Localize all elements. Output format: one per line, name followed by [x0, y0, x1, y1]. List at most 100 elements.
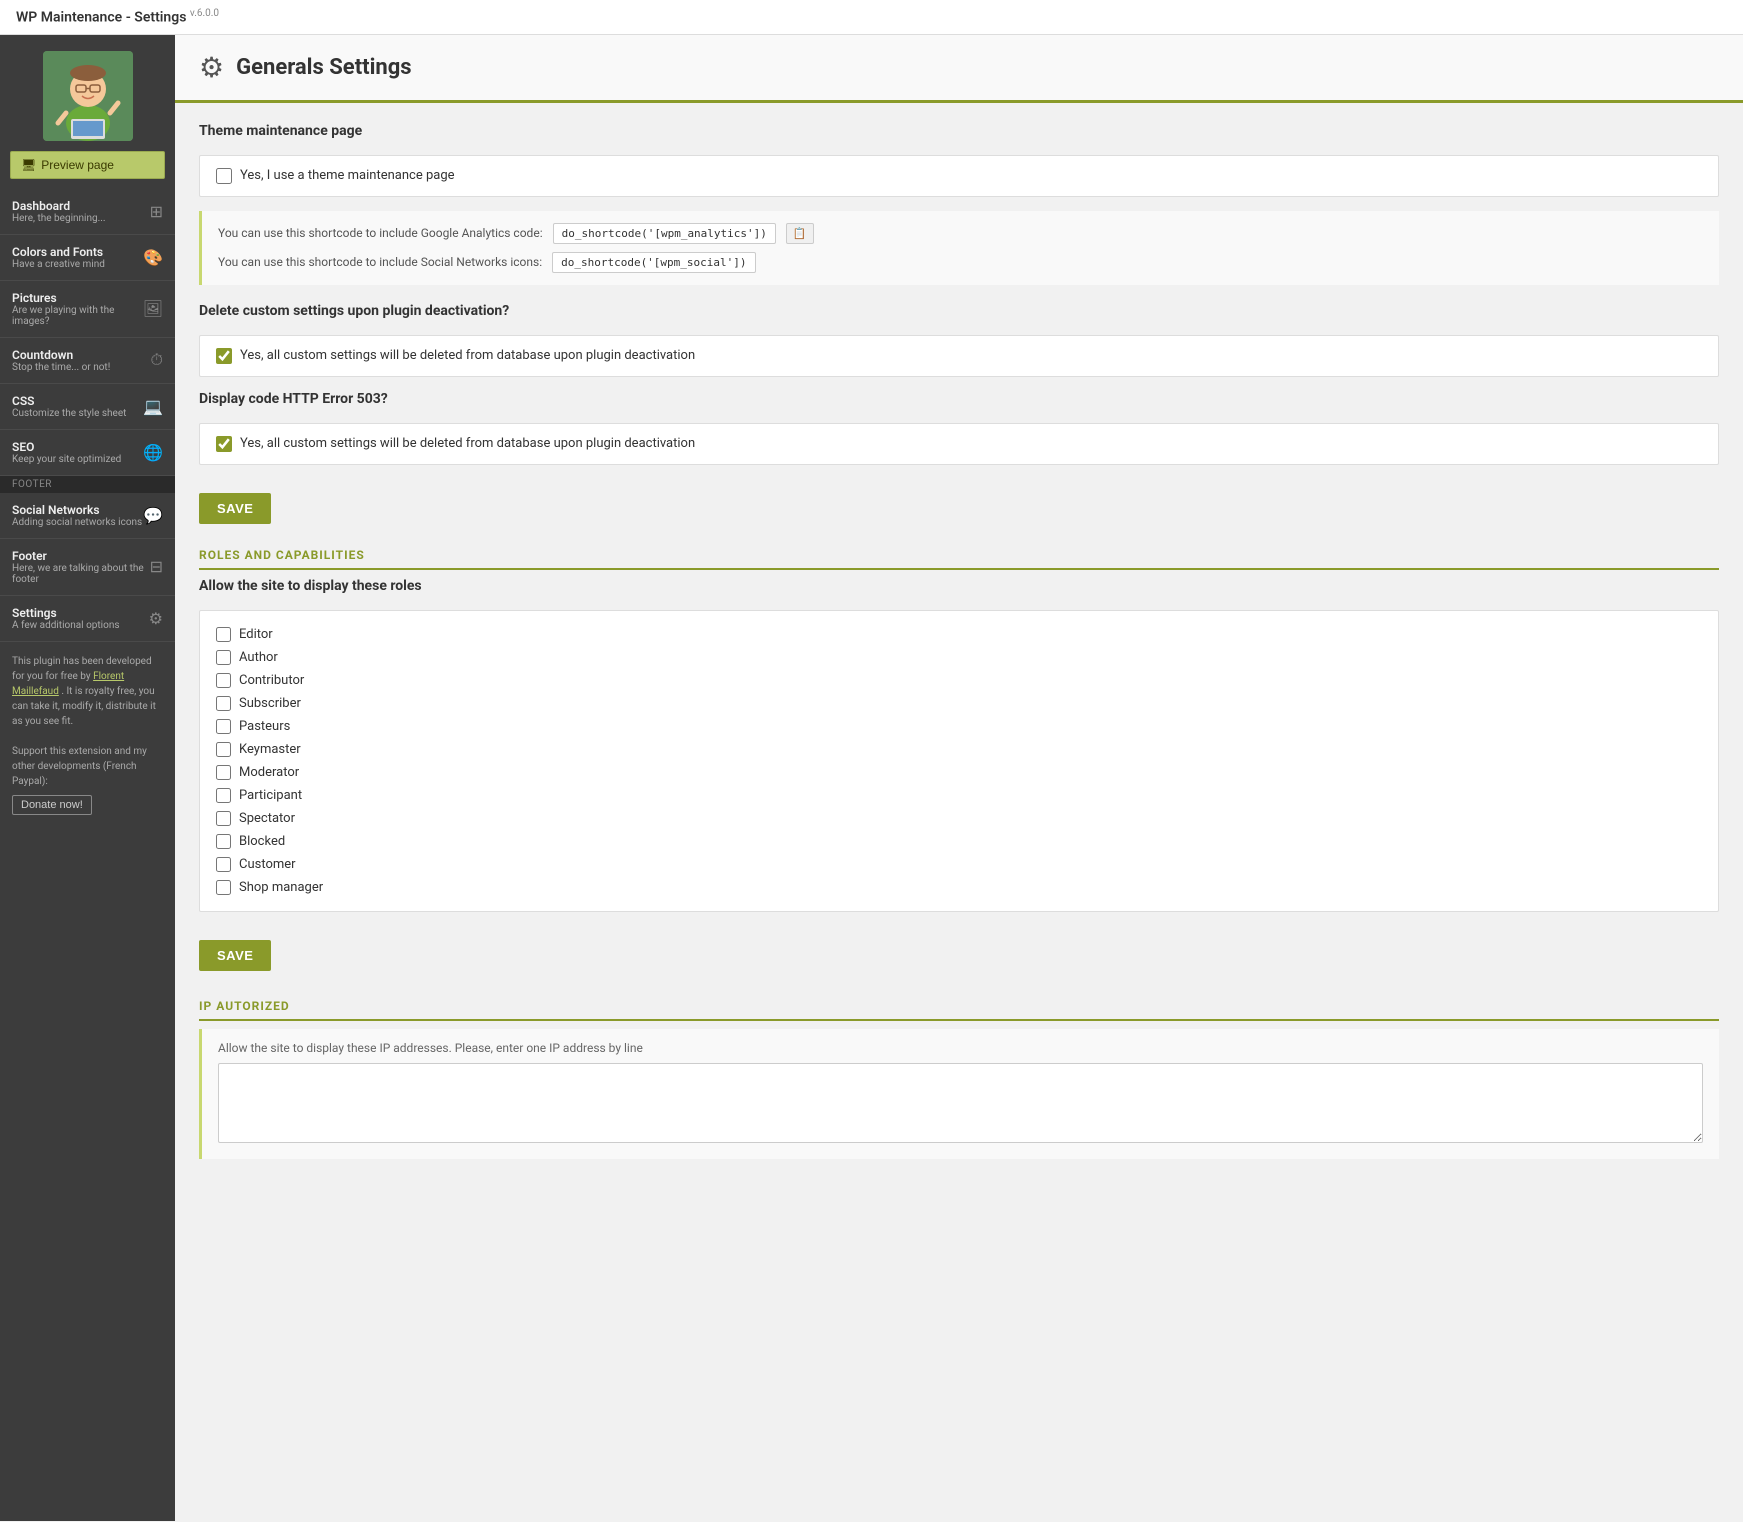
content-area: Theme maintenance page Yes, I use a them… [175, 103, 1743, 1179]
role-pasteurs: Pasteurs [216, 715, 1702, 738]
theme-maintenance-checkbox-row: Yes, I use a theme maintenance page [216, 168, 1702, 184]
role-pasteurs-label[interactable]: Pasteurs [239, 719, 290, 734]
shortcode-info-box: You can use this shortcode to include Go… [199, 211, 1719, 285]
sidebar-item-footer[interactable]: Footer Here, we are talking about the fo… [0, 539, 175, 596]
app-layout: 🖥 Preview page Dashboard Here, the begin… [0, 35, 1743, 1521]
sidebar: 🖥 Preview page Dashboard Here, the begin… [0, 35, 175, 1521]
avatar [43, 51, 133, 141]
role-blocked-label[interactable]: Blocked [239, 834, 285, 849]
sidebar-item-css[interactable]: CSS Customize the style sheet 💻 [0, 384, 175, 430]
theme-maintenance-label[interactable]: Yes, I use a theme maintenance page [240, 168, 455, 183]
sidebar-item-colors-fonts[interactable]: Colors and Fonts Have a creative mind 🎨 [0, 235, 175, 281]
sidebar-avatar-area [0, 35, 175, 151]
role-contributor-checkbox[interactable] [216, 673, 231, 688]
preview-icon: 🖥 [21, 158, 36, 172]
ip-help-text: Allow the site to display these IP addre… [218, 1041, 1703, 1055]
role-author: Author [216, 646, 1702, 669]
ip-addresses-textarea[interactable] [218, 1063, 1703, 1143]
role-moderator: Moderator [216, 761, 1702, 784]
social-shortcode-label: You can use this shortcode to include So… [218, 255, 542, 269]
role-shop-manager-checkbox[interactable] [216, 880, 231, 895]
analytics-shortcode-value: do_shortcode('[wpm_analytics']) [553, 223, 776, 244]
role-participant-checkbox[interactable] [216, 788, 231, 803]
delete-settings-label[interactable]: Yes, all custom settings will be deleted… [240, 348, 695, 363]
analytics-shortcode-label: You can use this shortcode to include Go… [218, 226, 543, 240]
role-subscriber: Subscriber [216, 692, 1702, 715]
dashboard-icon: ⊞ [150, 202, 163, 221]
role-participant-label[interactable]: Participant [239, 788, 302, 803]
role-moderator-checkbox[interactable] [216, 765, 231, 780]
picture-icon: 🖼 [143, 299, 163, 318]
http-error-checkbox[interactable] [216, 436, 232, 452]
roles-section-title: ROLES AND CAPABILITIES [199, 548, 1719, 570]
delete-settings-checkbox-row: Yes, all custom settings will be deleted… [216, 348, 1702, 364]
social-shortcode-row: You can use this shortcode to include So… [218, 252, 1703, 273]
role-author-label[interactable]: Author [239, 650, 278, 665]
role-editor: Editor [216, 623, 1702, 646]
theme-maintenance-card: Yes, I use a theme maintenance page [199, 155, 1719, 197]
title-bar: WP Maintenance - Settings v.6.0.0 [0, 0, 1743, 35]
social-icon: 💬 [143, 506, 163, 525]
role-editor-checkbox[interactable] [216, 627, 231, 642]
sidebar-section-footer-label: Footer [0, 476, 175, 493]
sidebar-item-countdown[interactable]: Countdown Stop the time... or not! ⏱ [0, 338, 175, 384]
delete-settings-card: Yes, all custom settings will be deleted… [199, 335, 1719, 377]
role-subscriber-label[interactable]: Subscriber [239, 696, 301, 711]
save-button-1[interactable]: SAVE [199, 493, 271, 524]
role-spectator-checkbox[interactable] [216, 811, 231, 826]
sidebar-item-dashboard[interactable]: Dashboard Here, the beginning... ⊞ [0, 189, 175, 235]
theme-maintenance-section-title: Theme maintenance page [199, 123, 1719, 145]
theme-maintenance-checkbox[interactable] [216, 168, 232, 184]
save-button-2[interactable]: SAVE [199, 940, 271, 971]
role-keymaster-label[interactable]: Keymaster [239, 742, 301, 757]
role-shop-manager: Shop manager [216, 876, 1702, 899]
roles-subsection-title: Allow the site to display these roles [199, 578, 1719, 600]
sidebar-item-social-networks[interactable]: Social Networks Adding social networks i… [0, 493, 175, 539]
sidebar-footer-nav: Social Networks Adding social networks i… [0, 493, 175, 642]
social-shortcode-value: do_shortcode('[wpm_social']) [552, 252, 755, 273]
palette-icon: 🎨 [143, 248, 163, 267]
sidebar-item-pictures[interactable]: Pictures Are we playing with the images?… [0, 281, 175, 338]
ip-info-card: Allow the site to display these IP addre… [199, 1029, 1719, 1159]
role-blocked: Blocked [216, 830, 1702, 853]
app-title: WP Maintenance - Settings [16, 10, 186, 26]
ip-authorized-section: IP AUTORIZED Allow the site to display t… [199, 999, 1719, 1159]
globe-icon: 🌐 [143, 443, 163, 462]
delete-settings-checkbox[interactable] [216, 348, 232, 364]
http-error-section-title: Display code HTTP Error 503? [199, 391, 1719, 413]
role-customer: Customer [216, 853, 1702, 876]
role-contributor: Contributor [216, 669, 1702, 692]
http-error-card: Yes, all custom settings will be deleted… [199, 423, 1719, 465]
role-editor-label[interactable]: Editor [239, 627, 273, 642]
role-subscriber-checkbox[interactable] [216, 696, 231, 711]
role-blocked-checkbox[interactable] [216, 834, 231, 849]
role-keymaster: Keymaster [216, 738, 1702, 761]
gear-icon: ⚙ [149, 609, 163, 628]
role-moderator-label[interactable]: Moderator [239, 765, 299, 780]
role-customer-label[interactable]: Customer [239, 857, 296, 872]
role-customer-checkbox[interactable] [216, 857, 231, 872]
clock-icon: ⏱ [151, 350, 163, 370]
http-error-checkbox-row: Yes, all custom settings will be deleted… [216, 436, 1702, 452]
analytics-shortcode-row: You can use this shortcode to include Go… [218, 223, 1703, 244]
sidebar-item-settings[interactable]: Settings A few additional options ⚙ [0, 596, 175, 642]
page-header: ⚙ Generals Settings [175, 35, 1743, 103]
role-contributor-label[interactable]: Contributor [239, 673, 304, 688]
role-keymaster-checkbox[interactable] [216, 742, 231, 757]
preview-page-button[interactable]: 🖥 Preview page [10, 151, 165, 179]
role-shop-manager-label[interactable]: Shop manager [239, 880, 323, 895]
donate-button[interactable]: Donate now! [12, 795, 92, 815]
role-spectator-label[interactable]: Spectator [239, 811, 295, 826]
page-title: Generals Settings [236, 55, 412, 80]
http-error-label[interactable]: Yes, all custom settings will be deleted… [240, 436, 695, 451]
footer-icon: ⊟ [150, 557, 163, 576]
header-gear-icon: ⚙ [199, 51, 224, 84]
role-author-checkbox[interactable] [216, 650, 231, 665]
role-pasteurs-checkbox[interactable] [216, 719, 231, 734]
sidebar-nav: Dashboard Here, the beginning... ⊞ Color… [0, 189, 175, 476]
main-content: ⚙ Generals Settings Theme maintenance pa… [175, 35, 1743, 1521]
copy-analytics-shortcode-button[interactable]: 📋 [786, 223, 814, 244]
sidebar-item-seo[interactable]: SEO Keep your site optimized 🌐 [0, 430, 175, 476]
role-spectator: Spectator [216, 807, 1702, 830]
role-participant: Participant [216, 784, 1702, 807]
